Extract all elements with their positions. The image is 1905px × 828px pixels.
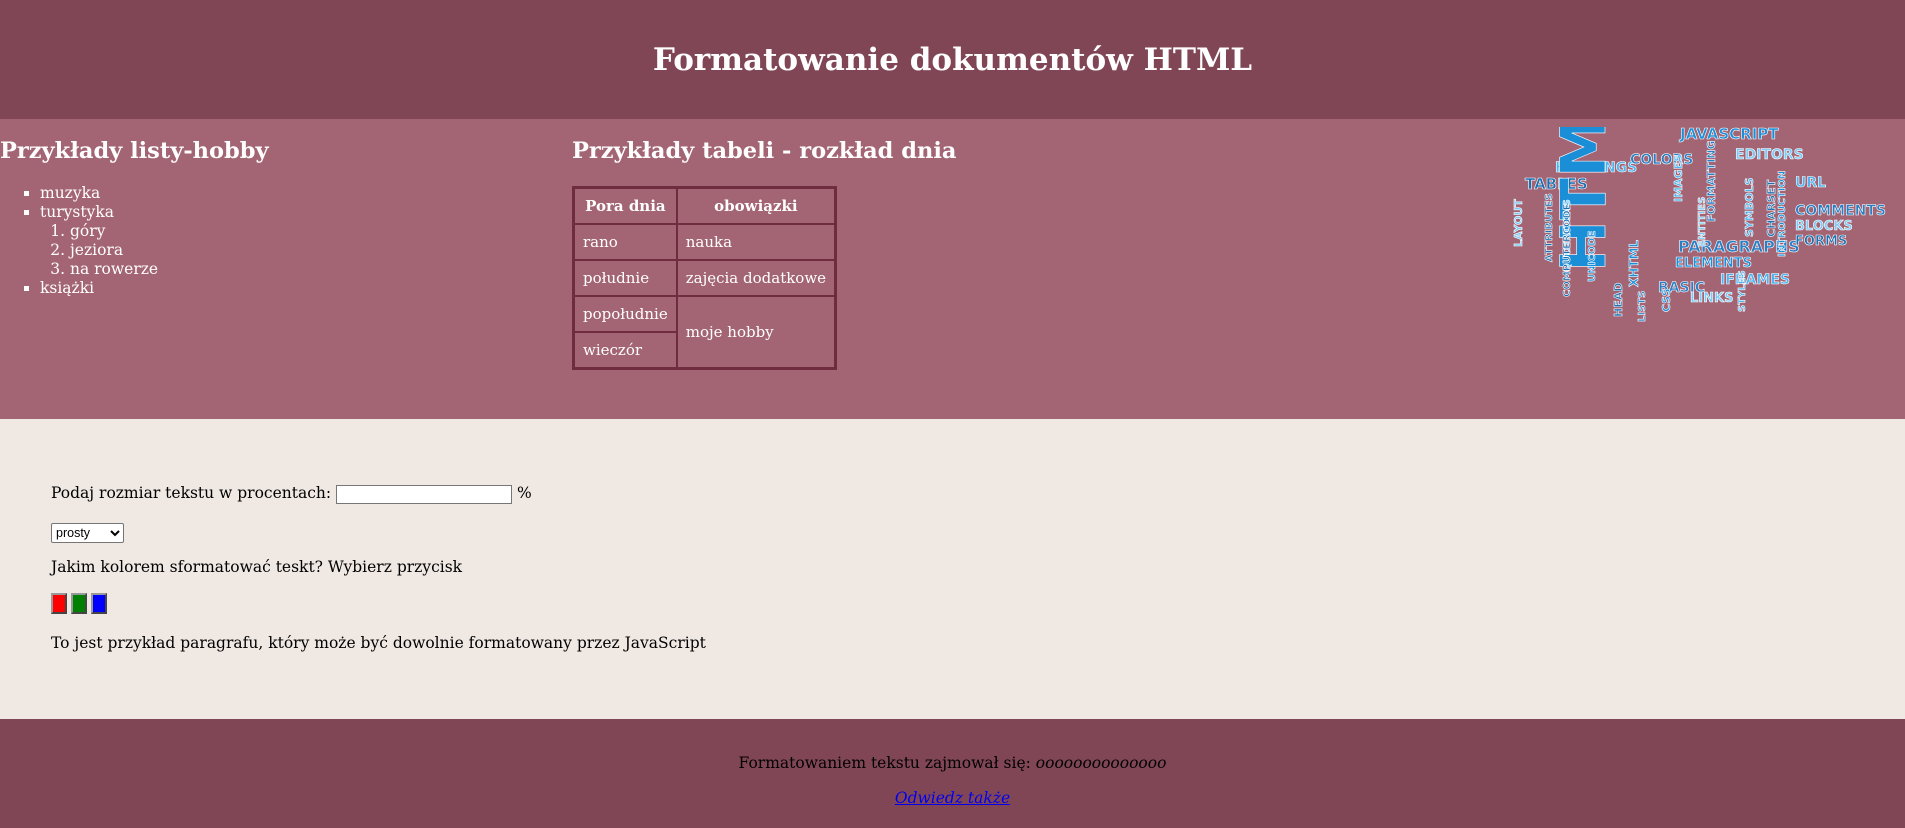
page-header: Formatowanie dokumentów HTML	[0, 0, 1905, 119]
cloud-word: COMPUTERCODE	[1562, 203, 1573, 297]
visit-row: Odwiedz także	[0, 789, 1905, 807]
color-buttons	[51, 593, 107, 614]
footer-text: Formatowaniem tekstu zajmował się: ooooo…	[0, 754, 1905, 772]
cloud-word: HEAD	[1612, 283, 1625, 317]
cloud-word: SYMBOLS	[1743, 177, 1756, 237]
sub-list-item: na rowerze	[70, 260, 158, 279]
table-row: południe zajęcia dodatkowe	[574, 260, 836, 296]
form-section: Podaj rozmiar tekstu w procentach: % pro…	[0, 419, 1905, 719]
sub-list-item: góry	[70, 222, 158, 241]
green-button[interactable]	[71, 593, 87, 614]
table-row: popołudnie moje hobby	[574, 296, 836, 368]
cloud-word: URL	[1795, 175, 1826, 191]
cloud-word: ENTITIES	[1697, 197, 1708, 247]
size-label: Podaj rozmiar tekstu w procentach:	[51, 484, 332, 502]
cloud-word: BLOCKS	[1795, 219, 1853, 234]
cloud-word: XHTML	[1627, 240, 1641, 287]
red-button[interactable]	[51, 593, 67, 614]
size-unit: %	[516, 484, 532, 502]
cloud-word: ATTRIBUTES	[1544, 193, 1555, 262]
table-cell: popołudnie	[574, 296, 677, 332]
header-cell: Pora dnia	[574, 188, 677, 224]
footer-author: oooooooooooooo	[1035, 754, 1167, 772]
table-title: Przykłady tabeli - rozkład dnia	[572, 138, 957, 164]
cloud-word: FORMS	[1795, 234, 1847, 249]
header-cell: obowiązki	[676, 188, 836, 224]
cloud-word: LAYOUT	[1512, 199, 1525, 247]
table-cell: nauka	[676, 224, 836, 260]
list-item: muzyka	[40, 184, 158, 203]
schedule-table: Pora dnia obowiązki rano nauka południe …	[572, 186, 838, 370]
table-cell: moje hobby	[676, 296, 836, 368]
table-cell: wieczór	[574, 332, 677, 368]
example-paragraph: To jest przykład paragrafu, który może b…	[51, 634, 706, 652]
cloud-word: LINKS	[1690, 291, 1733, 306]
cloud-word: IMAGES	[1672, 154, 1685, 202]
size-row: Podaj rozmiar tekstu w procentach: %	[51, 484, 532, 504]
color-question: Jakim kolorem sformatować teskt? Wybierz…	[51, 558, 463, 576]
cloud-word: UNICODE	[1587, 231, 1598, 282]
cloud-word: LISTS	[1637, 291, 1648, 322]
table-cell: południe	[574, 260, 677, 296]
style-row: prosty	[51, 523, 124, 543]
list-item: książki	[40, 279, 158, 298]
content-section: Przykłady listy-hobby muzyka turystyka g…	[0, 119, 1905, 419]
sub-list-item: jeziora	[70, 241, 158, 260]
list-item-label: turystyka	[40, 203, 114, 221]
hobby-list: muzyka turystyka góry jeziora na rowerze…	[22, 184, 158, 298]
table-header-row: Pora dnia obowiązki	[574, 188, 836, 224]
cloud-word: EDITORS	[1735, 147, 1804, 163]
page-footer: Formatowaniem tekstu zajmował się: ooooo…	[0, 719, 1905, 828]
cloud-word: INTRODUCTION	[1777, 171, 1788, 257]
page-title: Formatowanie dokumentów HTML	[652, 41, 1253, 78]
blue-button[interactable]	[91, 593, 107, 614]
cloud-word: COMMENTS	[1795, 203, 1886, 219]
html-word-cloud-image: JAVASCRIPTHEADINGSCOLORS EDITORSTABLESHTM…	[1512, 127, 1887, 322]
cloud-word: JAVASCRIPT	[1679, 127, 1779, 143]
cloud-word: STYLES	[1737, 270, 1748, 312]
cloud-word: HTML	[1547, 127, 1620, 272]
visit-link[interactable]: Odwiedz także	[895, 789, 1010, 807]
cloud-word: CSS	[1660, 288, 1673, 312]
size-input[interactable]	[336, 484, 513, 504]
list-item: turystyka góry jeziora na rowerze	[40, 203, 158, 279]
table-cell: zajęcia dodatkowe	[676, 260, 836, 296]
cloud-word: IFRAMES	[1720, 272, 1790, 288]
cloud-word: ELEMENTS	[1675, 256, 1752, 271]
table-cell: rano	[574, 224, 677, 260]
sub-list: góry jeziora na rowerze	[40, 222, 158, 279]
table-row: rano nauka	[574, 224, 836, 260]
style-select[interactable]: prosty	[51, 523, 124, 543]
footer-label: Formatowaniem tekstu zajmował się:	[738, 754, 1031, 772]
hobby-title: Przykłady listy-hobby	[0, 138, 269, 164]
